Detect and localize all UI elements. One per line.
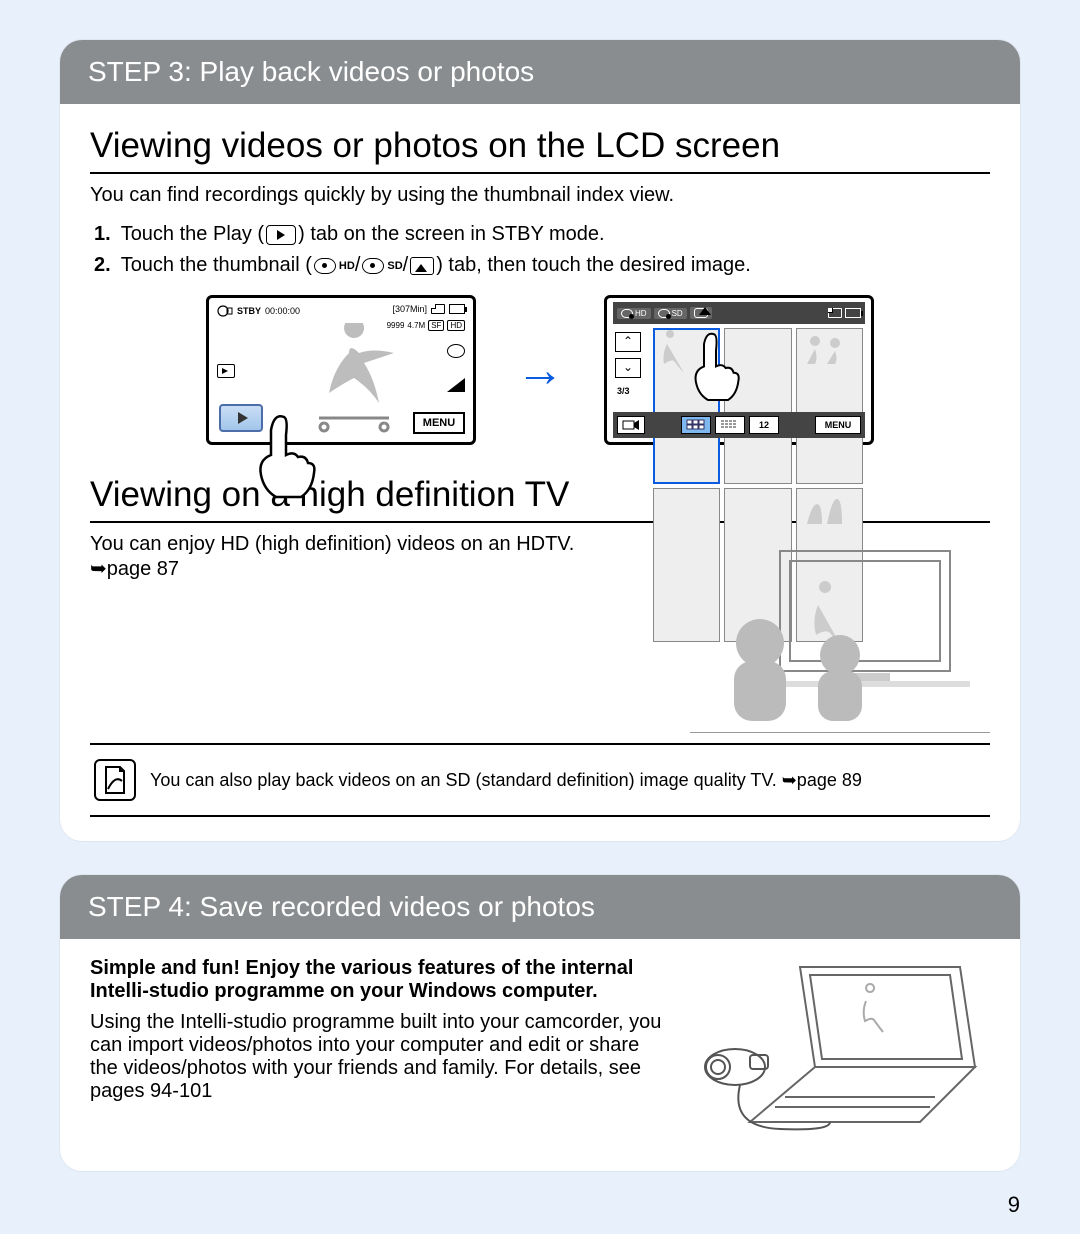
step3-body: Viewing videos or photos on the LCD scre… — [60, 104, 1020, 841]
view-4x4-button[interactable] — [715, 416, 745, 434]
lcd-screens-row: STBY 00:00:00 [307Min] 9999 4.7M SF HD — [90, 295, 990, 445]
camcorder-icon — [217, 304, 233, 318]
rec-time: 00:00:00 — [265, 306, 300, 316]
battery-icon-2 — [845, 308, 861, 318]
touch-hand-icon-2 — [676, 323, 756, 413]
thumbnail-nav: ⌃ ⌄ — [615, 332, 645, 384]
arrow-right-icon: → — [516, 343, 564, 398]
step4-bold: Simple and fun! Enjoy the various featur… — [90, 957, 672, 1003]
note-text: You can also play back videos on an SD (… — [150, 770, 986, 791]
slash-2: / — [403, 254, 409, 277]
step-2-number: 2. — [94, 254, 111, 277]
laptop-camcorder-illustration — [690, 957, 990, 1147]
contrast-icon — [447, 378, 465, 392]
step3-card: STEP 3: Play back videos or photos Viewi… — [60, 40, 1020, 841]
view-date-button[interactable]: 12 — [749, 416, 779, 434]
step4-card: STEP 4: Save recorded videos or photos S… — [60, 875, 1020, 1171]
step-1: 1. Touch the Play ( ) tab on the screen … — [94, 223, 990, 246]
nav-up-button[interactable]: ⌃ — [615, 332, 641, 352]
view-3x3-button[interactable] — [681, 416, 711, 434]
hdtv-pageref: ➥page 87 — [90, 556, 670, 581]
step4-desc: Using the Intelli-studio programme built… — [90, 1011, 672, 1103]
touch-hand-icon — [236, 405, 336, 505]
step-1-text-a: Touch the Play ( — [121, 223, 264, 246]
battery-icon — [449, 304, 465, 314]
thumbnail-bottombar: 12 MENU — [613, 412, 865, 438]
page-indicator: 3/3 — [617, 386, 630, 396]
hdtv-text: You can enjoy HD (high definition) video… — [90, 533, 670, 581]
hd-label: HD — [339, 260, 355, 272]
step-1-number: 1. — [94, 223, 111, 246]
sdcard-icon — [431, 304, 445, 314]
step3-header: STEP 3: Play back videos or photos — [60, 40, 1020, 104]
lcd-section-heading: Viewing videos or photos on the LCD scre… — [90, 126, 990, 174]
thumbnail-menu-button[interactable]: MENU — [815, 416, 861, 434]
remain-time: [307Min] — [392, 304, 427, 314]
hdtv-desc: You can enjoy HD (high definition) video… — [90, 533, 670, 556]
video-sd-icon — [362, 258, 384, 274]
step-2: 2. Touch the thumbnail ( HD / SD / ) tab… — [94, 254, 990, 277]
video-hd-icon — [314, 258, 336, 274]
step4-text: Simple and fun! Enjoy the various featur… — [90, 957, 672, 1103]
hdtv-row: You can enjoy HD (high definition) video… — [90, 533, 990, 733]
thumbnail-tabs: HD SD — [613, 302, 865, 324]
page-number: 9 — [1008, 1192, 1020, 1218]
slash-1: / — [355, 254, 361, 277]
stby-label: STBY — [237, 306, 261, 316]
photo-tab-icon — [410, 257, 434, 275]
tab-hd[interactable]: HD — [617, 308, 651, 319]
thumbnail-item[interactable] — [796, 328, 863, 484]
step-2-text-b: ) tab, then touch the desired image. — [436, 254, 751, 277]
focus-icon — [447, 344, 465, 358]
quality-icon: SF — [428, 320, 444, 331]
tab-sd[interactable]: SD — [654, 308, 687, 319]
sd-label: SD — [387, 260, 402, 272]
tab-photo[interactable] — [690, 307, 712, 319]
play-tab-icon — [266, 225, 296, 245]
step-1-text-b: ) tab on the screen in STBY mode. — [298, 223, 604, 246]
lcd-menu-button[interactable]: MENU — [413, 412, 465, 434]
step4-header: STEP 4: Save recorded videos or photos — [60, 875, 1020, 939]
nav-down-button[interactable]: ⌄ — [615, 358, 641, 378]
steps-list: 1. Touch the Play ( ) tab on the screen … — [94, 223, 990, 277]
sdcard-icon-2 — [828, 308, 842, 318]
mode-indicator-icon — [217, 364, 235, 378]
step-2-text-a: Touch the thumbnail ( — [121, 254, 312, 277]
lcd-section-lede: You can find recordings quickly by using… — [90, 184, 990, 207]
record-mode-button[interactable] — [617, 416, 645, 434]
note-row: You can also play back videos on an SD (… — [90, 743, 990, 817]
note-icon — [94, 759, 136, 801]
fullhd-icon: HD — [447, 320, 465, 331]
hdtv-illustration — [690, 533, 990, 733]
step4-body: Simple and fun! Enjoy the various featur… — [60, 939, 1020, 1171]
